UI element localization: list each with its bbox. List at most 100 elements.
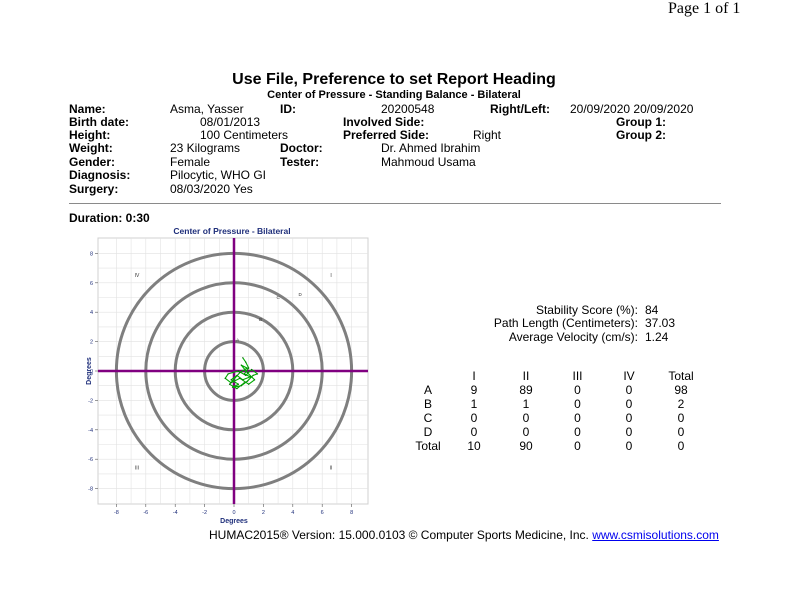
table-cell: 0 — [625, 383, 633, 397]
table-cell: 0 — [574, 397, 581, 411]
cop-point — [246, 371, 248, 374]
cop-point — [246, 380, 248, 382]
table-row: C 0 0 0 0 0 — [408, 411, 707, 425]
surgery-label: Surgery: — [69, 182, 119, 196]
diagnosis-label: Diagnosis: — [69, 168, 131, 182]
cop-point — [237, 370, 240, 372]
cop-point — [256, 373, 259, 375]
group1-label: Group 1: — [616, 115, 666, 129]
tester-value: Mahmoud Usama — [381, 155, 476, 169]
cop-point — [231, 386, 234, 388]
velocity-value: 1.24 — [645, 330, 669, 344]
y-tick-label: -8 — [88, 487, 93, 493]
x-axis-label: Degrees — [220, 518, 248, 525]
x-tick-label: 0 — [232, 510, 235, 516]
gender-value: Female — [170, 155, 211, 169]
table-cell: 1 — [522, 397, 530, 411]
cop-point — [224, 377, 226, 379]
x-tick-label: 4 — [291, 510, 294, 516]
quadrant-label: II — [330, 465, 333, 471]
cop-point — [230, 379, 232, 381]
table-total-row: Total 10 90 0 0 0 — [408, 439, 707, 453]
involved-side-label: Involved Side: — [343, 115, 425, 129]
y-tick-label: -2 — [88, 398, 93, 404]
y-tick-label: 8 — [90, 251, 93, 257]
center-of-pressure-chart: Center of Pressure - Bilateral IIIIIIIV … — [86, 226, 369, 525]
preferred-side-label: Preferred Side: — [343, 128, 430, 142]
cop-point — [227, 373, 229, 375]
cop-point — [240, 364, 242, 366]
y-tick-label: 4 — [90, 310, 93, 316]
doctor-label: Doctor: — [280, 141, 323, 155]
zone-table-header: I II III IV Total — [408, 369, 707, 383]
cop-point — [228, 383, 231, 385]
path-length-value: 37.03 — [645, 316, 676, 330]
path-length-label: Path Length (Centimeters): — [493, 316, 638, 330]
header-cell: Total — [668, 369, 694, 383]
id-label: ID: — [280, 102, 296, 116]
y-tick-label: -4 — [88, 428, 93, 434]
header-cell: IV — [623, 369, 635, 383]
cop-point — [242, 357, 244, 359]
row-label: C — [423, 411, 433, 425]
header-cell: III — [572, 369, 583, 383]
table-cell: 0 — [574, 383, 581, 397]
cop-point — [236, 388, 238, 390]
header-cell: II — [522, 369, 530, 383]
page-number: Page 1 of 1 — [668, 0, 741, 17]
table-cell: 9 — [470, 383, 478, 397]
table-cell: 0 — [677, 439, 685, 453]
quadrant-label: I — [330, 273, 331, 279]
table-cell: 0 — [574, 411, 581, 425]
cop-point — [251, 368, 253, 371]
name-value: Asma, Yasser — [170, 102, 244, 116]
row-label: D — [423, 425, 433, 439]
y-tick-label: -6 — [88, 457, 93, 463]
row-label: A — [423, 383, 432, 397]
cop-point — [249, 376, 251, 378]
table-row: A 9 89 0 0 98 — [408, 383, 707, 397]
height-label: Height: — [69, 128, 111, 142]
table-cell: 98 — [674, 383, 688, 397]
x-tick-label: 2 — [262, 510, 265, 516]
cop-point — [248, 367, 250, 369]
footer-link[interactable]: www.csmisolutions.com — [592, 528, 719, 542]
table-cell: 0 — [470, 425, 478, 439]
y-axis-label: Degrees — [86, 357, 93, 385]
report-heading: Use File, Preference to set Report Headi… — [232, 71, 556, 88]
duration: Duration: 0:30 — [69, 211, 150, 225]
tester-label: Tester: — [280, 155, 320, 169]
x-tick-label: 6 — [321, 510, 324, 516]
cop-point — [239, 377, 241, 379]
weight-value: 23 Kilograms — [170, 141, 241, 155]
header-cell: I — [472, 369, 476, 383]
cop-point — [246, 367, 248, 369]
table-cell: 1 — [470, 397, 478, 411]
birth-date-label: Birth date: — [69, 115, 129, 129]
surgery-value: 08/03/2020 Yes — [170, 182, 253, 196]
x-tick-label: -8 — [114, 510, 119, 516]
table-cell: 0 — [574, 425, 581, 439]
zone-table: I II III IV Total A 9 89 0 0 98 B 1 1 0 … — [408, 369, 707, 453]
velocity-label: Average Velocity (cm/s): — [508, 330, 638, 344]
stability-label: Stability Score (%): — [535, 303, 638, 317]
table-cell: 0 — [677, 425, 685, 439]
ring-label: A — [236, 338, 239, 343]
cop-point — [239, 371, 241, 374]
row-label: B — [423, 397, 432, 411]
cop-point — [243, 373, 245, 375]
table-cell: 2 — [677, 397, 685, 411]
table-row: D 0 0 0 0 0 — [408, 425, 707, 439]
cop-point — [236, 374, 238, 377]
height-value: 100 Centimeters — [200, 128, 289, 142]
gender-label: Gender: — [69, 155, 116, 169]
table-cell: 0 — [522, 411, 530, 425]
quadrant-label: III — [135, 465, 139, 471]
cop-point — [253, 379, 256, 381]
weight-label: Weight: — [69, 141, 113, 155]
table-cell: 0 — [470, 411, 478, 425]
stability-value: 84 — [645, 303, 659, 317]
table-cell: 0 — [522, 425, 530, 439]
cop-point — [237, 383, 240, 385]
table-cell: 0 — [625, 397, 633, 411]
